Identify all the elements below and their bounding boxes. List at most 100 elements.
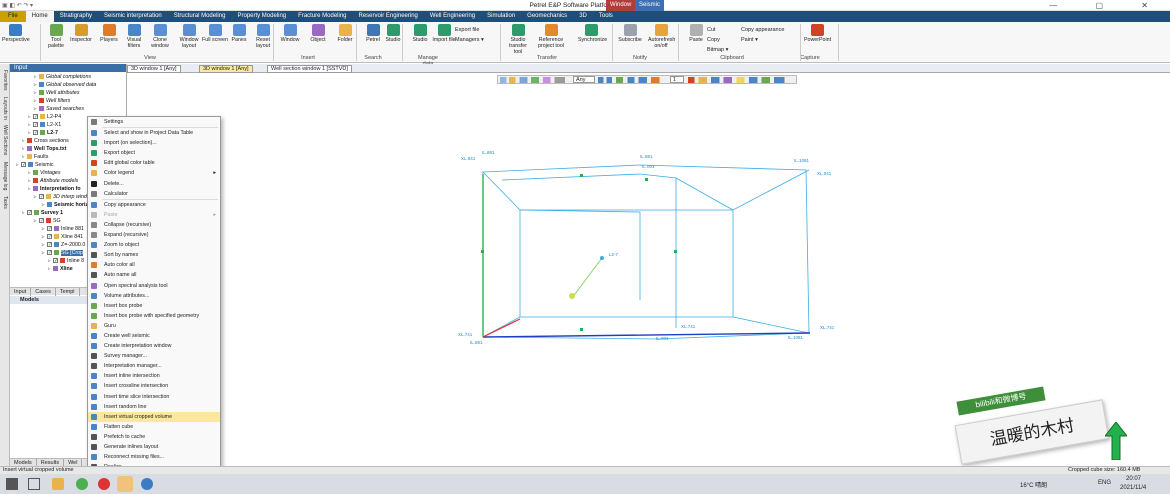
ribbon-button-import-file[interactable]: Import file [431, 24, 457, 54]
ribbon-small-cut[interactable]: Cut [707, 27, 716, 33]
menu-item-edit-global-color-table[interactable]: Edit global color table [88, 158, 220, 168]
tree-node[interactable]: ▹ Attribute models [28, 178, 78, 184]
menu-item-import-on-selection[interactable]: Import (on selection)... [88, 138, 220, 148]
menu-item-survey-manager[interactable]: Survey manager... [88, 351, 220, 361]
tree-node[interactable]: ▹ ✓ Survey 1 [22, 210, 63, 216]
ribbon-button-studio-transfer-tool[interactable]: Studio transfer tool [505, 24, 531, 55]
tree-node[interactable]: ▹ ✓ SG [Crop [42, 250, 84, 256]
tab-seismic-interpretation[interactable]: Seismic interpretation [98, 11, 168, 22]
menu-item-generate-inlines-layout[interactable]: Generate inlines layout [88, 442, 220, 452]
ribbon-button-object[interactable]: Object [305, 24, 331, 54]
clock-date[interactable]: 2021/11/4 [1120, 485, 1146, 491]
tab-reservoir-engineering[interactable]: Reservoir Engineering [353, 11, 424, 22]
app-icon-green[interactable] [76, 478, 88, 490]
ribbon-button-window[interactable]: Window [277, 24, 303, 54]
ribbon-small-copy[interactable]: Copy [707, 37, 720, 43]
menu-item-paste[interactable]: Paste ▸ [88, 210, 220, 220]
zoom-select[interactable]: 1 [670, 76, 684, 83]
menu-item-expand-recursive[interactable]: Expand (recursive) [88, 230, 220, 240]
tab-fracture-modeling[interactable]: Fracture Modeling [292, 11, 352, 22]
tree-node[interactable]: ▹ Well Tops.txt [22, 146, 66, 152]
menu-item-interpretation-manager[interactable]: Interpretation manager... [88, 361, 220, 371]
menu-item-create-interpretation-window[interactable]: Create interpretation window [88, 341, 220, 351]
ribbon-button-paste[interactable]: Paste [683, 24, 709, 54]
tab-stratigraphy[interactable]: Stratigraphy [54, 11, 98, 22]
ribbon-small-export-file[interactable]: Export file [455, 27, 479, 33]
menu-item-volume-attributes[interactable]: Volume attributes... [88, 291, 220, 301]
tree-node[interactable]: ▹ Saved searches [34, 106, 84, 112]
context-tab-window[interactable]: Window [606, 0, 636, 11]
tab-simulation[interactable]: Simulation [481, 11, 521, 22]
menu-item-auto-name-all[interactable]: Auto name all [88, 270, 220, 280]
document-tab[interactable]: 3D window 1 [Any] [199, 65, 253, 73]
tree-node[interactable]: ▹ ✓ SG [34, 218, 61, 224]
menu-item-zoom-to-object[interactable]: Zoom to object [88, 240, 220, 250]
tree-node[interactable]: ▹ Seismic horiz [42, 202, 88, 208]
tree-node[interactable]: ▹ Cross sections [22, 138, 69, 144]
panel-tab[interactable]: Cases [31, 288, 56, 296]
menu-item-flatten-cube[interactable]: Flatten cube [88, 422, 220, 432]
ribbon-button-clone-window[interactable]: Clone window [147, 24, 173, 54]
menu-item-prefetch-to-cache[interactable]: Prefetch to cache [88, 432, 220, 442]
menu-item-calculator[interactable]: Calculator [88, 189, 220, 199]
menu-item-reconnect-missing-files[interactable]: Reconnect missing files... [88, 452, 220, 462]
menu-item-insert-inline-intersection[interactable]: Insert inline intersection [88, 371, 220, 381]
ribbon-button-players[interactable]: Players [96, 24, 122, 54]
tree-node[interactable]: ▹ Well filters [34, 98, 70, 104]
menu-item-export-object[interactable]: Export object [88, 148, 220, 158]
window-controls[interactable]: — ▢ ✕ [1049, 1, 1166, 10]
menu-item-insert-random-line[interactable]: Insert random line [88, 402, 220, 412]
ribbon-small-managers-[interactable]: Managers ▾ [455, 37, 484, 43]
menu-item-auto-color-all[interactable]: Auto color all [88, 260, 220, 270]
menu-item-insert-box-probe[interactable]: Insert box probe [88, 301, 220, 311]
ribbon-button-synchronize[interactable]: Synchronize [578, 24, 607, 54]
menu-item-insert-virtual-cropped-volume[interactable]: Insert virtual cropped volume [88, 411, 220, 422]
document-tab[interactable]: 3D window 1 [Any] [127, 65, 181, 73]
tree-node[interactable]: ▹ ✓ L2-P4 [28, 114, 61, 120]
navigation-icons[interactable] [598, 77, 668, 83]
panel-tab[interactable]: Templ [56, 288, 80, 296]
side-tab[interactable]: Favorites [2, 70, 8, 91]
tab-property-modeling[interactable]: Property Modeling [231, 11, 292, 22]
side-tab[interactable]: Well Sections [2, 125, 8, 155]
menu-item-settings[interactable]: Settings [88, 117, 220, 127]
tree-node[interactable]: ▹ ✓ Seismic [16, 162, 54, 168]
ribbon-button-powerpoint[interactable]: PowerPoint [804, 24, 831, 54]
menu-item-collapse-recursive[interactable]: Collapse (recursive) [88, 220, 220, 230]
petrel-taskbar-icon[interactable] [117, 476, 133, 492]
app-icon-red[interactable] [98, 478, 110, 490]
document-tab[interactable]: Well section window 1 [SSTVD] [267, 65, 352, 73]
tree-node[interactable]: ▹ ✓ L2-X1 [28, 122, 61, 128]
tree-node[interactable]: ▹ Well attributes [34, 90, 79, 96]
ribbon-button-autorefresh-on-off[interactable]: Autorefresh on/off [648, 24, 675, 54]
ribbon-button-visual-filters[interactable]: Visual filters [121, 24, 147, 54]
ribbon-small-paint-[interactable]: Paint ▾ [741, 37, 758, 43]
tree-node[interactable]: ▹ Faults [22, 154, 48, 160]
menu-item-create-well-seismic[interactable]: Create well seismic [88, 331, 220, 341]
tree-node[interactable]: ▹ Xline [48, 266, 73, 272]
app-icon-blue[interactable] [141, 478, 153, 490]
tree-node[interactable]: ▹ Interpretation fo [28, 186, 81, 192]
menu-item-insert-time-slice-intersection[interactable]: Insert time slice intersection [88, 392, 220, 402]
3d-cube-view[interactable]: XL.841 IL.881 IL.881 IL.001 IL.1081 XL.041 L2-… [450, 150, 840, 350]
ribbon-button-tool-palette[interactable]: Tool palette [43, 24, 69, 54]
ribbon-button-studio[interactable]: Studio [407, 24, 433, 54]
ribbon-button-panes[interactable]: Panes [226, 24, 252, 54]
side-tab[interactable]: Tasks [2, 196, 8, 209]
ribbon-button-full-screen[interactable]: Full screen [202, 24, 228, 54]
ribbon-button-subscribe[interactable]: Subscribe [617, 24, 643, 54]
ribbon-button-perspective[interactable]: Perspective [2, 24, 30, 54]
explorer-icon[interactable] [52, 478, 64, 490]
ribbon-button-inspector[interactable]: Inspector [68, 24, 94, 54]
tab-well-engineering[interactable]: Well Engineering [424, 11, 481, 22]
ribbon-small-bitmap-[interactable]: Bitmap ▾ [707, 47, 728, 53]
tab-tools[interactable]: Tools [593, 11, 619, 22]
tree-node[interactable]: ▹ Vintages [28, 170, 61, 176]
tab-geomechanics[interactable]: Geomechanics [521, 11, 573, 22]
tree-node[interactable]: ▹ Global completions [34, 74, 91, 80]
panel-tab[interactable]: Input [10, 288, 32, 296]
menu-item-copy-appearance[interactable]: Copy appearance [88, 200, 220, 210]
menu-item-color-legend[interactable]: Color legend ▸ [88, 168, 220, 178]
tree-node[interactable]: ▹ ✓ Inline 881 [42, 226, 84, 232]
tab-structural-modeling[interactable]: Structural Modeling [168, 11, 232, 22]
